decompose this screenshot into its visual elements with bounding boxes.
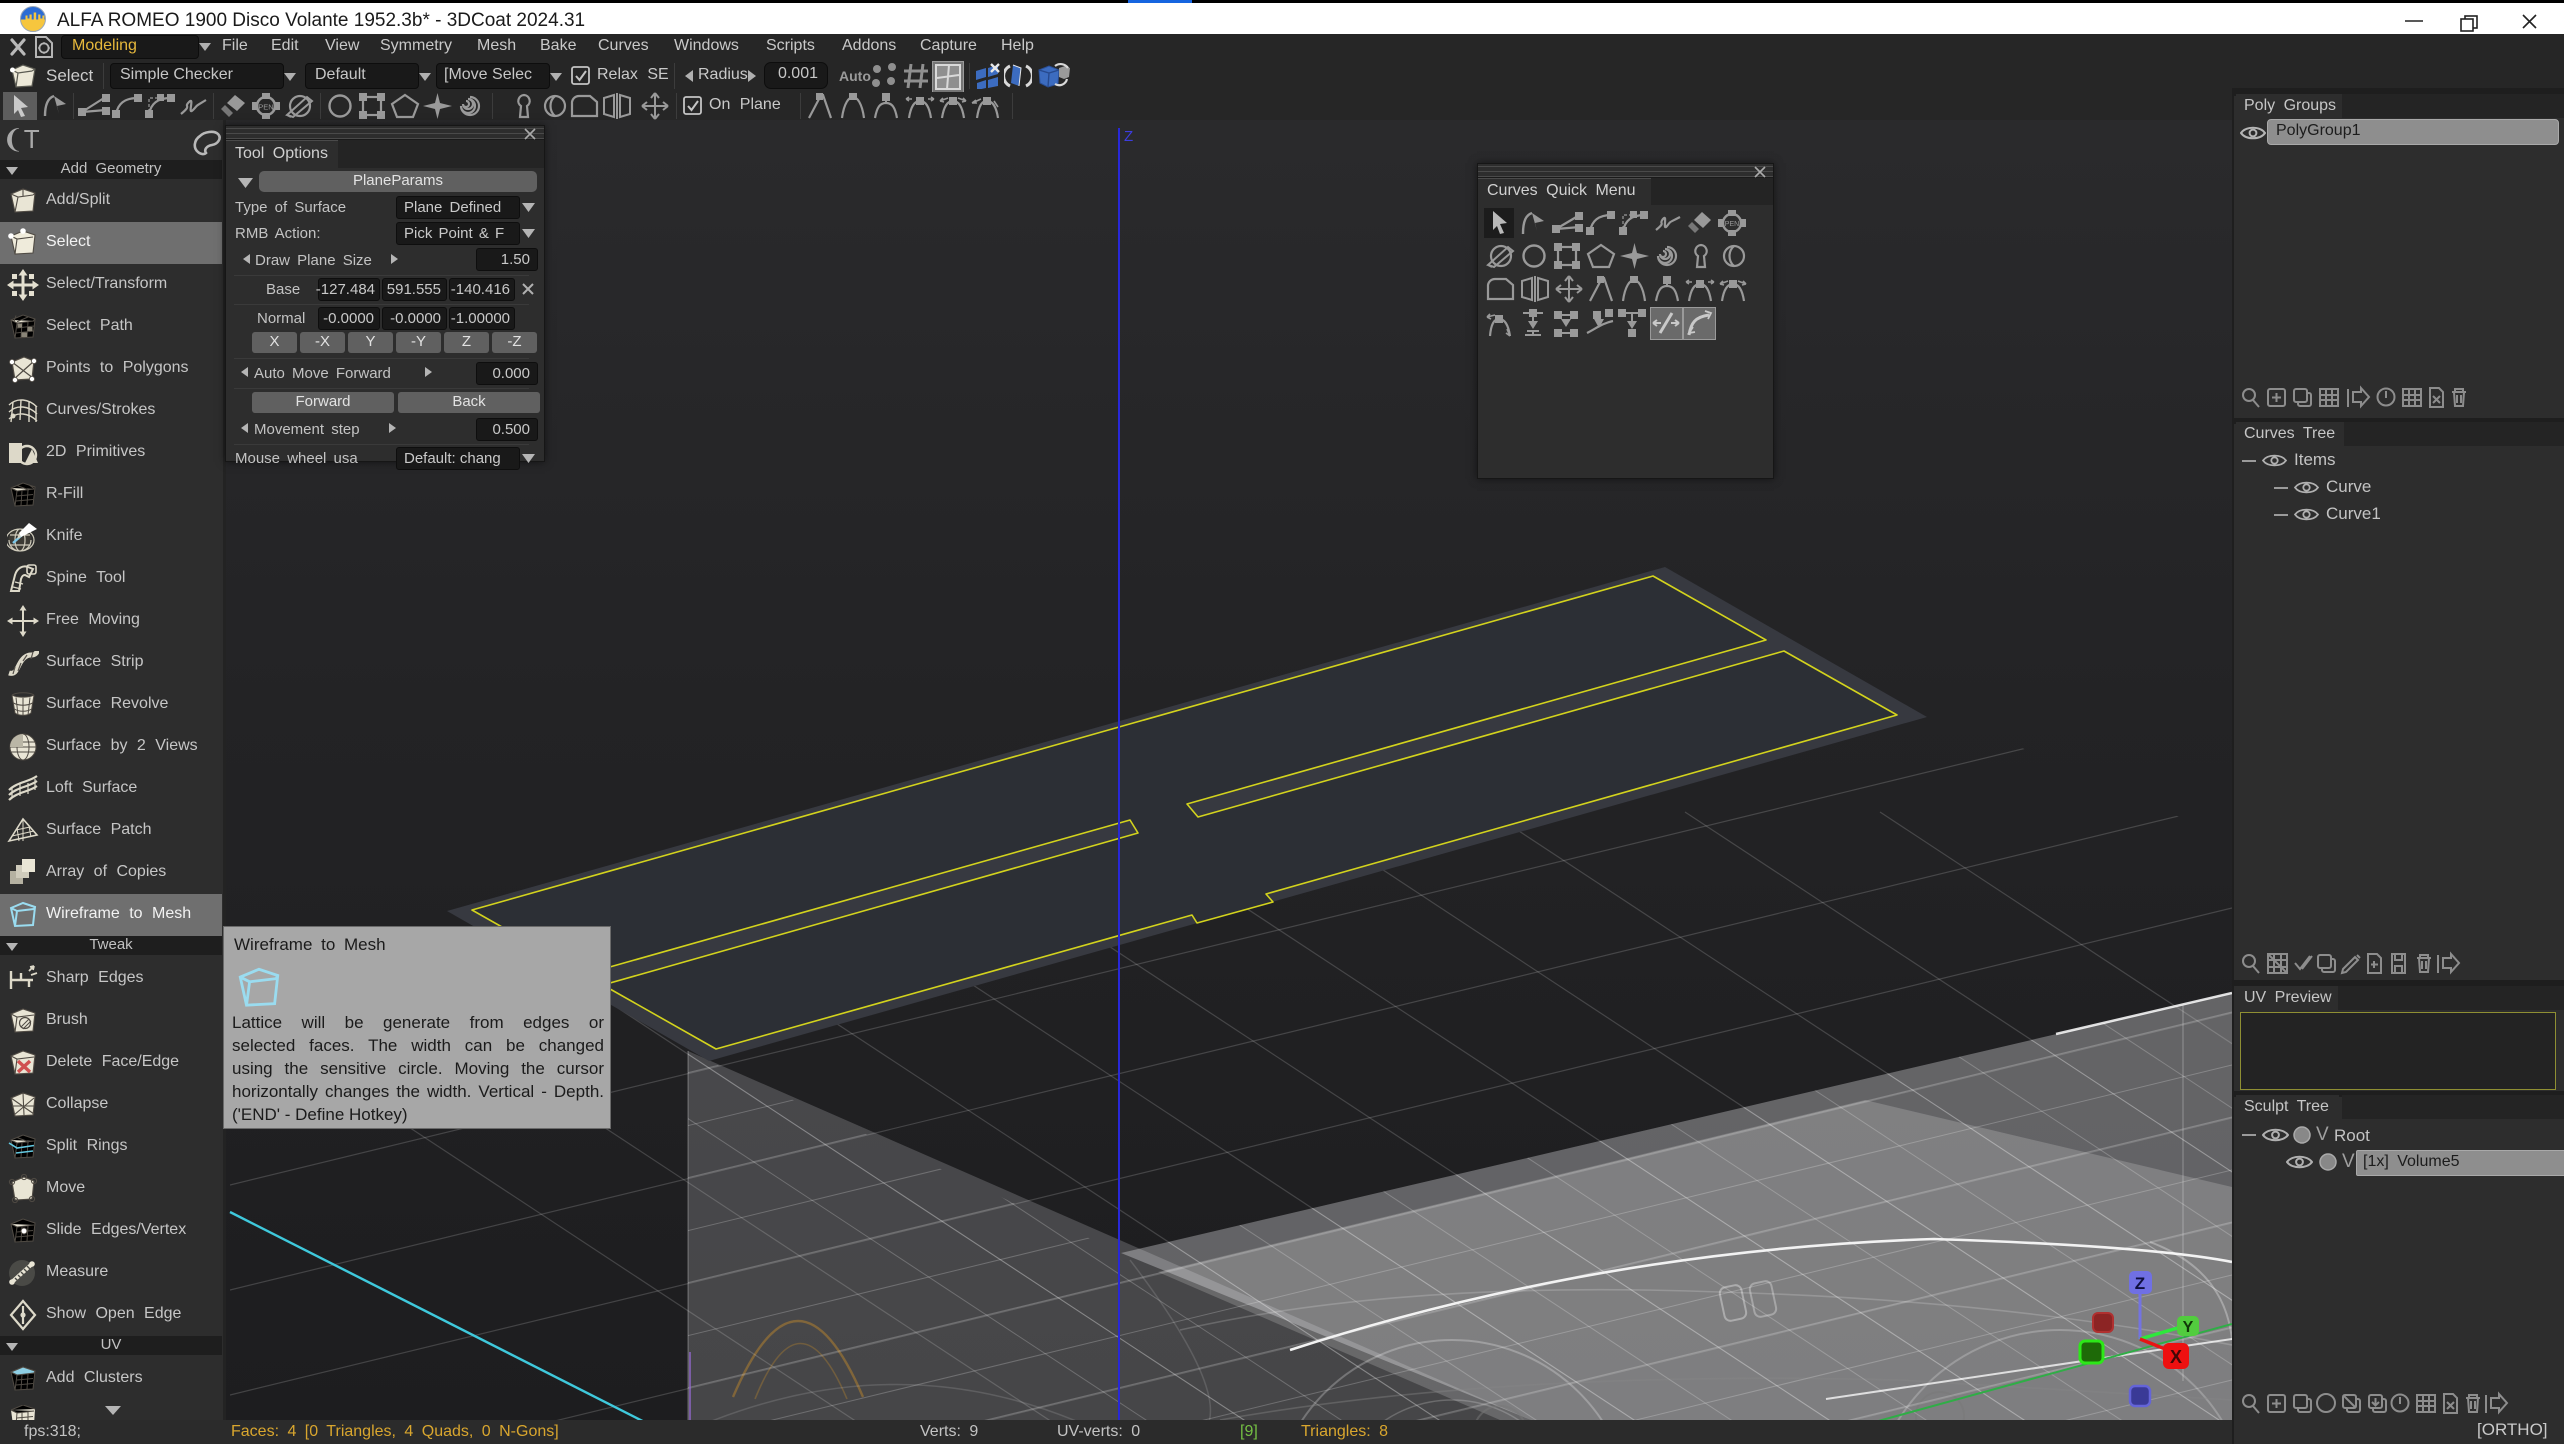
svg-text:Y: Y	[2183, 1319, 2194, 1336]
svg-text:Z: Z	[1124, 128, 1133, 145]
svg-text:X: X	[2170, 1347, 2182, 1367]
svg-text:PEN: PEN	[1725, 221, 1739, 228]
svg-text:PEN: PEN	[258, 103, 273, 112]
svg-text:Z: Z	[2135, 1274, 2145, 1293]
